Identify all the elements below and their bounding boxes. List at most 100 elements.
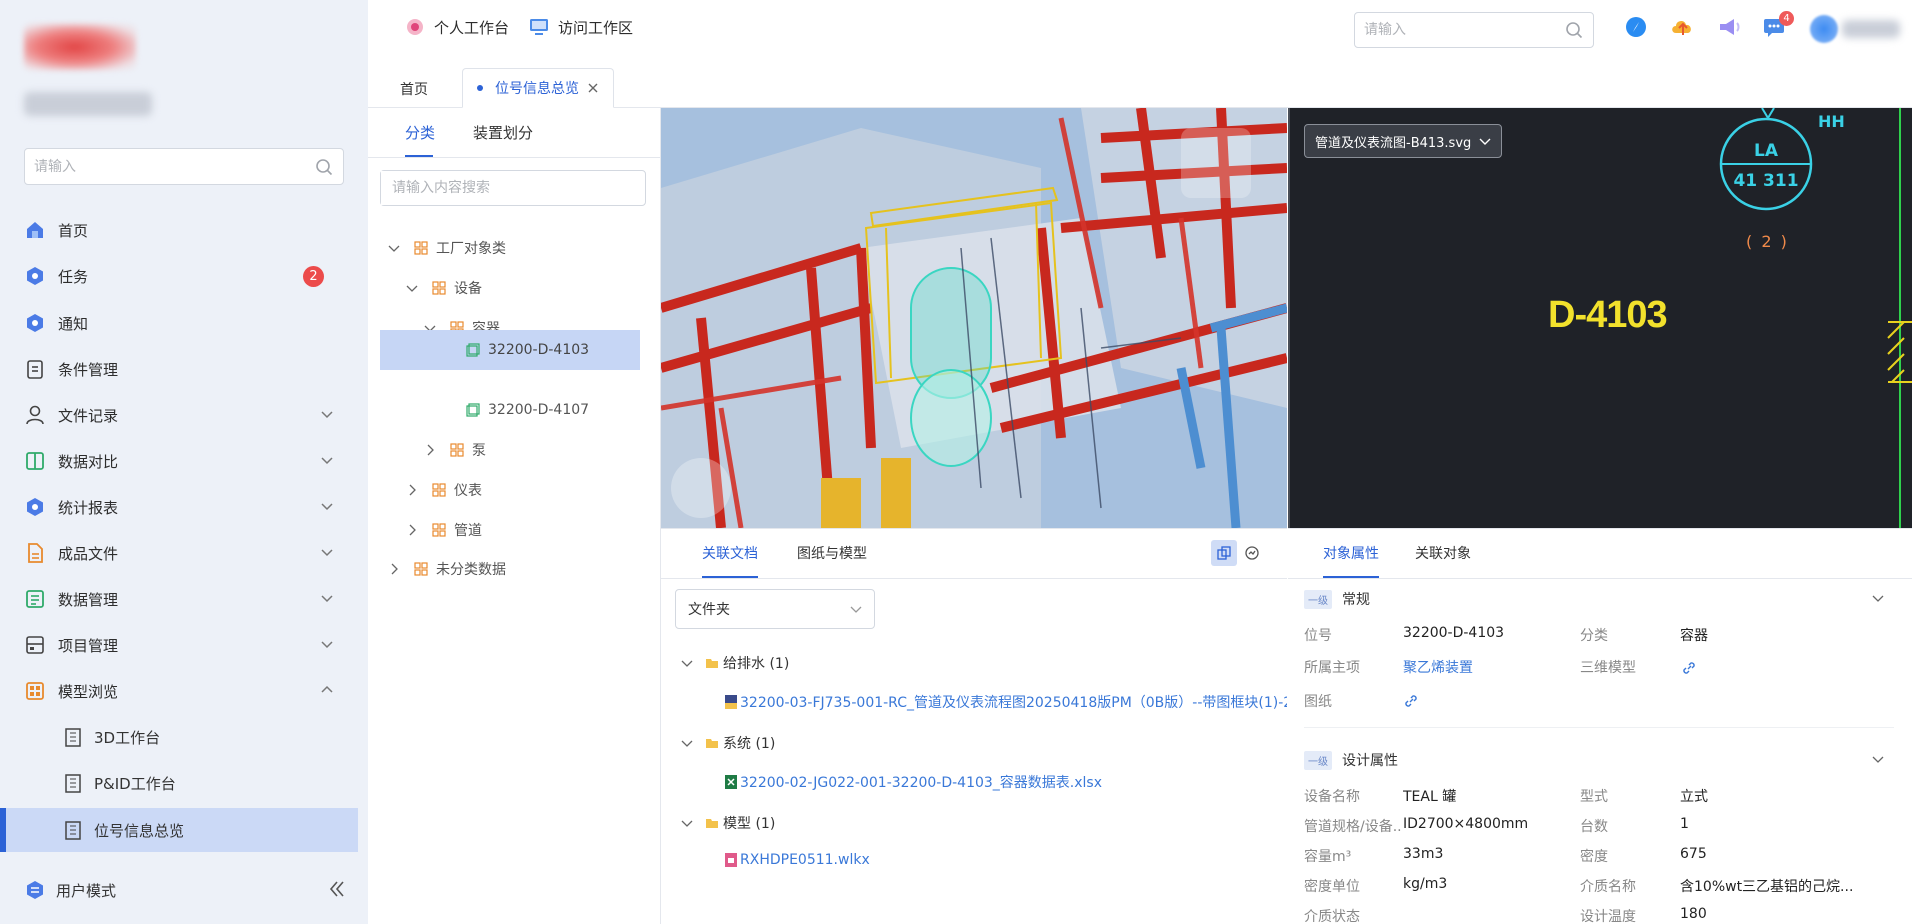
sidebar-item-project-management[interactable]: 项目管理 [24,625,344,665]
prop-value: 32200-D-4103 [1403,625,1505,641]
tree-node-instruments[interactable]: 仪表 [406,470,482,510]
object-icon [466,343,480,357]
tree-node-d4107[interactable]: 32200-D-4107 [466,390,589,430]
prop-key: 台数 [1580,819,1608,835]
tree-search-input[interactable] [381,171,621,205]
sidebar-item-label: 通知 [58,314,89,333]
chevron-down-icon[interactable] [406,282,418,294]
user-mode-label: 用户模式 [56,881,117,900]
chevron-down-icon[interactable] [388,242,400,254]
message-icon[interactable]: 4 [1762,11,1794,41]
file-link[interactable]: RXHDPE0511.wlkx [724,852,870,868]
tab-related-objects[interactable]: 关联对象 [1415,543,1471,563]
cloud-upload-icon[interactable] [1670,15,1696,41]
tab-home[interactable]: 首页 [386,70,442,108]
chevron-right-icon[interactable] [406,484,418,496]
tree-node-pipes[interactable]: 管道 [406,510,482,550]
compass-icon[interactable] [1624,15,1650,41]
sidebar-search[interactable] [24,148,344,185]
user-name[interactable] [1842,20,1900,38]
sidebar-item-file-records[interactable]: 文件记录 [24,395,344,435]
sidebar-item-home[interactable]: 首页 [24,210,344,250]
link-icon[interactable] [1403,693,1419,709]
chevron-right-icon[interactable] [406,524,418,536]
building-icon [64,820,82,840]
pid-drawing-viewport[interactable]: 管道及仪表流图-B413.svg LA 41 311 HH ( 2 ) D-41… [1288,108,1912,528]
collapse-sidebar-icon[interactable] [326,878,348,900]
chevron-down-icon[interactable] [681,737,693,749]
sidebar-item-model-browse[interactable]: 模型浏览 [24,671,344,711]
folder-row[interactable]: 系统 (1) [681,733,775,753]
tree-node-d4103[interactable]: 32200-D-4103 [380,330,640,370]
folder-select[interactable]: 文件夹 [675,589,875,629]
link-icon[interactable] [1681,660,1697,676]
tab-drawings-models[interactable]: 图纸与模型 [797,543,867,563]
sidebar-item-deliverables[interactable]: 成品文件 [24,533,344,573]
tab-division[interactable]: 装置划分 [473,122,533,143]
chevron-down-icon[interactable] [1872,753,1884,765]
sidebar-item-data-management[interactable]: 数据管理 [24,579,344,619]
header-search-input[interactable] [1355,13,1555,47]
section-design-header[interactable]: 一级 设计属性 [1304,750,1398,770]
prop-value: 含10%wt三乙基铝的己烷... [1680,879,1854,895]
prop-value: TEAL 罐 [1403,789,1457,805]
chevron-right-icon[interactable] [388,563,400,575]
chevron-down-icon [1479,135,1491,147]
sidebar-item-data-compare[interactable]: 数据对比 [24,441,344,481]
file-link[interactable]: 32200-03-FJ735-001-RC_管道及仪表流程图20250418版P… [724,692,1287,712]
section-title: 设计属性 [1342,753,1398,769]
personal-workspace-link[interactable]: 个人工作台 [404,16,509,38]
related-documents-panel: 关联文档 图纸与模型 文件夹 给排水 (1) 32200-03-FJ735-00… [661,528,1287,924]
search-icon[interactable] [315,158,333,176]
header-search[interactable] [1354,12,1594,48]
sidebar-item-label: 条件管理 [58,360,119,379]
3d-model-viewport[interactable] [661,108,1287,528]
tab-related-docs[interactable]: 关联文档 [702,543,758,563]
sidebar-search-input[interactable] [25,149,295,184]
sidebar-item-reports[interactable]: 统计报表 [24,487,344,527]
chevron-down-icon[interactable] [681,817,693,829]
tree-node-unclassified[interactable]: 未分类数据 [388,549,506,589]
divider [1288,578,1912,579]
sidebar-item-task[interactable]: 任务 2 [24,256,344,296]
copy-icon[interactable] [1211,540,1237,566]
chevron-down-icon[interactable] [681,657,693,669]
file-link[interactable]: 32200-02-JG022-001-32200-D-4103_容器数据表.xl… [724,772,1102,792]
model-file-icon [724,852,738,868]
drawing-file-select[interactable]: 管道及仪表流图-B413.svg [1304,124,1503,158]
tree-node-plant-objects[interactable]: 工厂对象类 [388,228,506,268]
close-icon[interactable] [587,82,599,94]
prop-value-link[interactable]: 聚乙烯装置 [1403,657,1473,677]
search-icon[interactable] [1565,21,1583,39]
folder-name: 模型 (1) [723,816,776,832]
tree-node-pumps[interactable]: 泵 [424,430,486,470]
tab-object-props[interactable]: 对象属性 [1323,543,1379,563]
sidebar-subitem-tag-overview[interactable]: 位号信息总览 [0,808,358,852]
category-icon [450,443,464,457]
chevron-down-icon[interactable] [1872,592,1884,604]
sidebar-item-notice[interactable]: 通知 [24,303,344,343]
section-general-header[interactable]: 一级 常规 [1304,589,1370,609]
prop-key: 密度单位 [1304,879,1360,895]
sidebar-item-conditions[interactable]: 条件管理 [24,349,344,389]
user-mode-button[interactable]: 用户模式 [24,872,116,908]
settings-icon[interactable] [1239,540,1265,566]
announcement-icon[interactable] [1716,15,1742,41]
chevron-right-icon[interactable] [424,444,436,456]
tab-classify[interactable]: 分类 [405,122,435,143]
tab-tag-overview[interactable]: 位号信息总览 [462,68,614,108]
folder-row[interactable]: 给排水 (1) [681,653,789,673]
tree-node-equipment[interactable]: 设备 [406,268,482,308]
visit-workspace-link[interactable]: 访问工作区 [528,16,633,38]
category-icon [432,483,446,497]
tree-search[interactable] [380,170,646,206]
sidebar-subitem-pid-workspace[interactable]: P&ID工作台 [64,763,176,803]
sidebar-subitem-3d-workspace[interactable]: 3D工作台 [64,717,160,757]
project-icon [24,634,46,656]
chevron-down-icon [320,407,334,421]
avatar[interactable] [1810,15,1838,43]
tab-related-docs-label: 关联文档 [702,546,758,562]
file-icon [24,542,46,564]
building-icon [64,727,82,747]
folder-row[interactable]: 模型 (1) [681,813,775,833]
